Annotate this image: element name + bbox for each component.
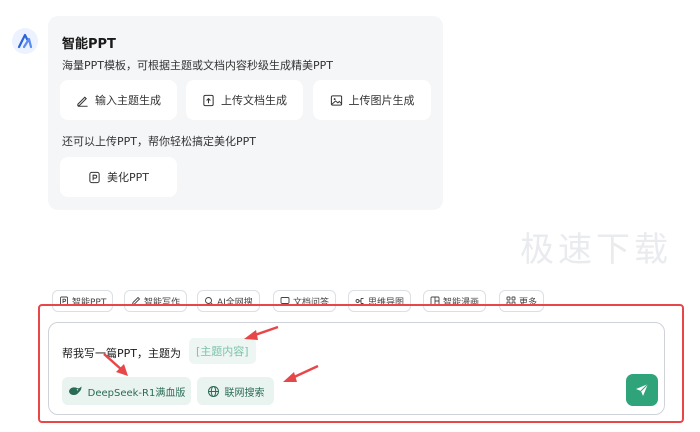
card-description: 海量PPT模板，可根据主题或文档内容秒级生成精美PPT [62,59,333,72]
chat-input-box[interactable]: 帮我写一篇PPT，主题为 [主题内容] DeepSeek-R1满血版 联网搜索 [48,322,665,415]
beautify-ppt-button[interactable]: 美化PPT [60,157,177,197]
web-search-label: 联网搜索 [224,387,265,399]
upload-document-icon [203,94,214,106]
pencil-icon [77,96,88,107]
reply-card: 智能PPT 海量PPT模板，可根据主题或文档内容秒级生成精美PPT 输入主题生成… [48,16,443,210]
globe-icon [207,385,219,397]
topic-placeholder-tag[interactable]: [主题内容] [189,338,256,364]
upload-document-generate-button[interactable]: 上传文档生成 [186,80,303,120]
upload-image-generate-button[interactable]: 上传图片生成 [313,80,431,120]
web-search-chip[interactable]: 联网搜索 [197,377,274,405]
prompt-text[interactable]: 帮我写一篇PPT，主题为 [62,345,181,361]
beautify-ppt-label: 美化PPT [107,171,149,184]
deepseek-whale-icon [68,386,82,396]
input-topic-generate-button[interactable]: 输入主题生成 [60,80,177,120]
model-select-chip[interactable]: DeepSeek-R1满血版 [62,377,191,405]
send-button[interactable] [626,374,658,406]
assistant-avatar [12,28,38,54]
watermark-text: 极速下载 [520,230,672,270]
upload-image-generate-label: 上传图片生成 [348,94,415,107]
assistant-logo-icon [17,33,33,49]
send-icon [636,383,649,396]
model-label: DeepSeek-R1满血版 [87,387,186,399]
ppt-file-icon [89,171,100,183]
card-description-beautify: 还可以上传PPT，帮你轻松搞定美化PPT [62,135,256,148]
input-topic-generate-label: 输入主题生成 [95,94,161,107]
image-icon [330,94,342,106]
upload-document-generate-label: 上传文档生成 [221,94,287,107]
card-title: 智能PPT [62,37,116,52]
